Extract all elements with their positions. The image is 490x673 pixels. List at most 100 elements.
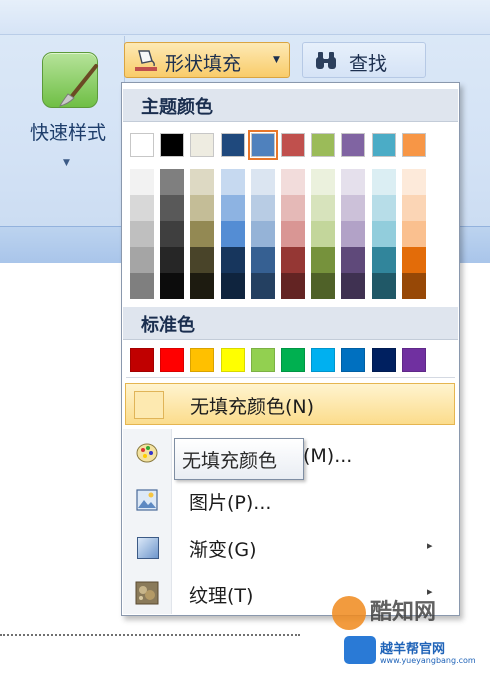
standard-color-swatch[interactable] bbox=[160, 348, 185, 372]
standard-color-swatch[interactable] bbox=[220, 348, 245, 372]
standard-color-swatch[interactable] bbox=[130, 348, 154, 372]
theme-color-swatch[interactable] bbox=[130, 133, 154, 157]
theme-tint-swatch[interactable] bbox=[190, 273, 215, 299]
theme-tint-swatch[interactable] bbox=[250, 169, 275, 195]
theme-tint-swatch[interactable] bbox=[281, 195, 305, 221]
theme-tint-swatch[interactable] bbox=[311, 273, 336, 299]
theme-tint-swatch[interactable] bbox=[281, 169, 305, 195]
theme-color-swatch[interactable] bbox=[190, 133, 215, 157]
theme-color-swatch[interactable] bbox=[371, 133, 396, 157]
theme-tint-swatch[interactable] bbox=[401, 169, 426, 195]
picture-item[interactable]: 图片(P)... bbox=[125, 480, 455, 522]
theme-tint-swatch[interactable] bbox=[190, 247, 215, 273]
shape-fill-dropdown-menu: 主题颜色 标准色 无填充颜色(N) 其他填充颜色(M)... 图片(P)... … bbox=[121, 82, 460, 616]
paint-bucket-icon bbox=[135, 50, 157, 71]
gradient-label: 渐变(G) bbox=[189, 539, 257, 561]
theme-tint-swatch[interactable] bbox=[130, 247, 154, 273]
standard-colors-header: 标准色 bbox=[123, 307, 458, 340]
theme-tint-swatch[interactable] bbox=[401, 221, 426, 247]
theme-tint-swatch[interactable] bbox=[401, 247, 426, 273]
tooltip: 无填充颜色 bbox=[174, 438, 304, 480]
theme-tint-swatch[interactable] bbox=[130, 195, 154, 221]
theme-tint-swatch[interactable] bbox=[190, 169, 215, 195]
standard-color-swatch[interactable] bbox=[341, 348, 366, 372]
gradient-icon bbox=[137, 537, 159, 559]
theme-tint-swatch[interactable] bbox=[371, 273, 396, 299]
picture-icon bbox=[136, 489, 158, 511]
theme-tint-swatch[interactable] bbox=[160, 195, 185, 221]
theme-tint-swatch[interactable] bbox=[250, 247, 275, 273]
standard-colors-title: 标准色 bbox=[141, 315, 195, 336]
tooltip-text: 无填充颜色 bbox=[182, 450, 278, 472]
theme-color-swatch[interactable] bbox=[311, 133, 336, 157]
theme-tint-swatch[interactable] bbox=[250, 195, 275, 221]
theme-tint-swatch[interactable] bbox=[250, 221, 275, 247]
theme-tint-swatch[interactable] bbox=[130, 273, 154, 299]
theme-tint-swatch[interactable] bbox=[220, 195, 245, 221]
submenu-arrow-icon: ▸ bbox=[427, 539, 433, 552]
standard-color-swatch[interactable] bbox=[401, 348, 426, 372]
standard-color-swatch[interactable] bbox=[281, 348, 305, 372]
theme-tint-swatch[interactable] bbox=[220, 247, 245, 273]
theme-tint-swatch[interactable] bbox=[371, 195, 396, 221]
theme-tint-swatch[interactable] bbox=[341, 221, 366, 247]
theme-tint-swatch[interactable] bbox=[130, 221, 154, 247]
theme-tint-swatch[interactable] bbox=[160, 169, 185, 195]
chevron-down-icon: ▼ bbox=[63, 158, 70, 168]
watermark-logo-icon bbox=[332, 596, 366, 630]
theme-tint-swatch[interactable] bbox=[190, 221, 215, 247]
standard-color-swatch[interactable] bbox=[250, 348, 275, 372]
theme-tint-swatch[interactable] bbox=[220, 273, 245, 299]
standard-color-swatch[interactable] bbox=[190, 348, 215, 372]
theme-tint-swatch[interactable] bbox=[401, 195, 426, 221]
no-fill-item[interactable]: 无填充颜色(N) bbox=[125, 383, 455, 425]
theme-tint-swatch[interactable] bbox=[160, 273, 185, 299]
theme-tint-swatch[interactable] bbox=[371, 169, 396, 195]
watermark-brand: 酷知网 bbox=[370, 600, 437, 625]
theme-tint-swatch[interactable] bbox=[341, 195, 366, 221]
theme-tint-swatch[interactable] bbox=[160, 221, 185, 247]
theme-tint-swatch[interactable] bbox=[341, 273, 366, 299]
standard-color-swatch[interactable] bbox=[371, 348, 396, 372]
theme-tint-swatch[interactable] bbox=[220, 169, 245, 195]
theme-tint-swatch[interactable] bbox=[281, 273, 305, 299]
theme-tint-swatch[interactable] bbox=[341, 247, 366, 273]
theme-tint-swatch[interactable] bbox=[401, 273, 426, 299]
theme-color-swatch[interactable] bbox=[247, 130, 278, 160]
watermark-site-url: www.yueyangbang.com bbox=[380, 656, 476, 665]
ribbon-tab-strip bbox=[0, 0, 490, 35]
quick-style-button[interactable]: 快速样式 ▼ bbox=[14, 46, 122, 186]
no-fill-label: 无填充颜色(N) bbox=[190, 396, 315, 418]
theme-tint-swatch[interactable] bbox=[130, 169, 154, 195]
theme-tint-swatch[interactable] bbox=[281, 247, 305, 273]
standard-color-swatch[interactable] bbox=[311, 348, 336, 372]
gradient-item[interactable]: 渐变(G) ▸ bbox=[125, 527, 455, 569]
theme-color-swatch[interactable] bbox=[341, 133, 366, 157]
no-fill-icon bbox=[134, 391, 164, 419]
theme-tint-swatch[interactable] bbox=[341, 169, 366, 195]
theme-color-swatch[interactable] bbox=[220, 133, 245, 157]
picture-label: 图片(P)... bbox=[189, 492, 272, 514]
watermark-badge-icon bbox=[344, 636, 376, 664]
theme-tint-swatch[interactable] bbox=[220, 221, 245, 247]
theme-tint-swatch[interactable] bbox=[160, 247, 185, 273]
theme-tint-swatch[interactable] bbox=[311, 169, 336, 195]
theme-color-swatch[interactable] bbox=[281, 133, 305, 157]
chevron-down-icon: ▼ bbox=[273, 55, 280, 65]
theme-tint-swatch[interactable] bbox=[281, 221, 305, 247]
shape-fill-button[interactable]: 形状填充 ▼ bbox=[124, 42, 290, 78]
theme-color-swatch[interactable] bbox=[401, 133, 426, 157]
theme-tint-swatch[interactable] bbox=[371, 247, 396, 273]
dotted-divider bbox=[0, 634, 300, 636]
theme-color-swatch[interactable] bbox=[160, 133, 185, 157]
theme-tint-swatch[interactable] bbox=[311, 195, 336, 221]
texture-icon bbox=[135, 581, 159, 605]
theme-tint-swatch[interactable] bbox=[371, 221, 396, 247]
palette-icon bbox=[136, 443, 158, 463]
theme-tint-swatch[interactable] bbox=[311, 247, 336, 273]
theme-tint-swatch[interactable] bbox=[190, 195, 215, 221]
paintbrush-icon bbox=[59, 64, 98, 107]
theme-tint-swatch[interactable] bbox=[311, 221, 336, 247]
find-button[interactable]: 查找 bbox=[302, 42, 426, 78]
theme-tint-swatch[interactable] bbox=[250, 273, 275, 299]
